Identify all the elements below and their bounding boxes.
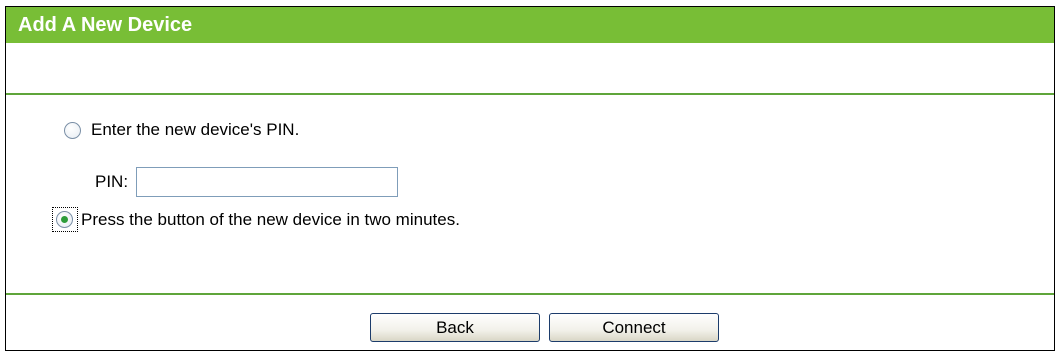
pin-input[interactable]	[136, 167, 399, 197]
pbc-option-radio[interactable]	[56, 211, 73, 228]
connect-button[interactable]: Connect	[549, 313, 719, 342]
pin-option-label: Enter the new device's PIN.	[91, 120, 300, 139]
pin-option-radio[interactable]	[64, 121, 81, 139]
pbc-option-focus-ring[interactable]	[52, 207, 78, 232]
back-button[interactable]: Back	[370, 313, 540, 342]
bottom-divider	[6, 293, 1054, 295]
top-divider	[6, 93, 1054, 95]
pbc-option-row[interactable]: Press the button of the new device in tw…	[52, 207, 460, 232]
pin-option-row[interactable]: Enter the new device's PIN.	[64, 120, 299, 140]
pin-field-row: PIN:	[95, 167, 399, 197]
pin-field-label: PIN:	[95, 172, 129, 191]
add-device-panel: Add A New Device Enter the new device's …	[5, 6, 1055, 351]
panel-title: Add A New Device	[6, 7, 1054, 43]
pbc-option-label: Press the button of the new device in tw…	[81, 209, 460, 229]
